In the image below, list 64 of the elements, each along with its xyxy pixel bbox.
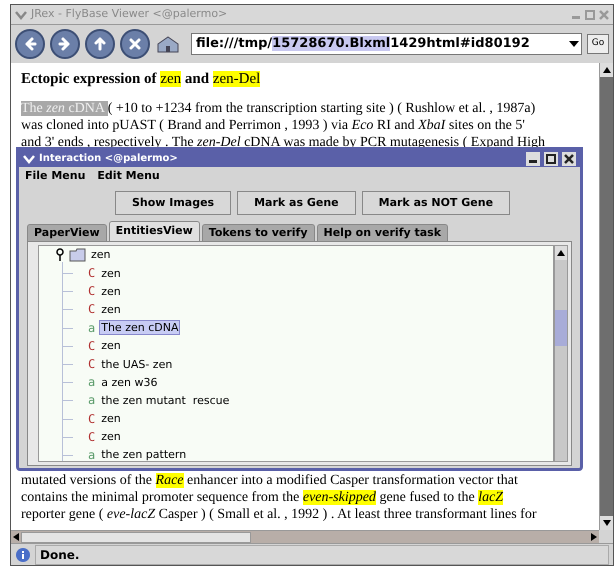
menu-item[interactable]: Edit Menu bbox=[97, 168, 160, 184]
tree-item[interactable]: zen bbox=[99, 302, 123, 317]
entity-type-icon: a bbox=[88, 320, 96, 335]
entity-type-icon: a bbox=[88, 393, 96, 408]
up-arrow-button[interactable] bbox=[85, 29, 115, 59]
paragraph-line: contains the minimal promoter sequence from the even-skipped gene fused to the lacZ bbox=[21, 489, 504, 506]
entity-type-icon: a bbox=[88, 448, 96, 461]
tab[interactable]: Help on verify task bbox=[316, 224, 448, 241]
page-heading: Ectopic expression of zen and zen-Del bbox=[21, 70, 260, 89]
tree-item[interactable]: zen bbox=[99, 284, 123, 299]
scroll-right-icon[interactable] bbox=[589, 533, 599, 541]
tab[interactable]: Tokens to verify bbox=[202, 224, 315, 241]
window-title: JRex - FlyBase Viewer <@palermo> bbox=[31, 6, 228, 22]
tree-item[interactable]: zen bbox=[99, 411, 123, 426]
tree-scrollbar[interactable] bbox=[554, 245, 568, 462]
horizontal-scrollbar[interactable] bbox=[11, 530, 599, 543]
status-text: Done. bbox=[35, 544, 609, 564]
action-button[interactable]: Mark as NOT Gene bbox=[362, 191, 510, 215]
go-button[interactable]: Go bbox=[587, 34, 609, 54]
tree-item[interactable]: a zen w36 bbox=[99, 374, 160, 390]
scroll-thumb[interactable] bbox=[21, 532, 251, 542]
tab[interactable]: EntitiesView bbox=[108, 221, 200, 241]
entity-type-icon: C bbox=[88, 430, 96, 444]
left-arrow-button[interactable] bbox=[15, 29, 45, 59]
scroll-thumb[interactable] bbox=[555, 310, 567, 346]
scroll-down-icon[interactable] bbox=[602, 520, 610, 526]
house-icon[interactable] bbox=[155, 34, 181, 54]
entity-type-icon: a bbox=[88, 375, 96, 390]
folder-icon bbox=[69, 248, 87, 262]
entity-type-icon: C bbox=[88, 266, 96, 280]
info-icon bbox=[15, 546, 31, 562]
tree-item[interactable]: zen bbox=[99, 266, 123, 281]
scroll-left-icon[interactable] bbox=[11, 533, 21, 541]
tree-item[interactable]: zen bbox=[99, 429, 123, 444]
paragraph-line: reporter gene ( eve-lacZ Casper ) ( Small et al. , 1992 ) . At least three transformant lines for bbox=[21, 506, 537, 523]
expand-toggle-icon[interactable] bbox=[55, 248, 65, 262]
maximize-icon[interactable] bbox=[544, 152, 558, 166]
vertical-scrollbar[interactable] bbox=[599, 63, 613, 530]
tree-item[interactable]: zen bbox=[91, 246, 111, 264]
entity-type-icon: C bbox=[88, 284, 96, 298]
menu-item[interactable]: File Menu bbox=[25, 168, 86, 184]
paragraph-line: The zen cDNA ( +10 to +1234 from the transcription starting site ) ( Rushlow et al. , 1987a) bbox=[21, 100, 536, 117]
tab[interactable]: PaperView bbox=[27, 224, 107, 241]
tree-item[interactable]: the zen mutant rescue bbox=[99, 392, 232, 408]
minimize-icon[interactable] bbox=[526, 152, 540, 166]
dropdown-caret-icon[interactable] bbox=[567, 39, 581, 49]
close-button[interactable] bbox=[120, 29, 150, 59]
tree-item[interactable]: the zen pattern bbox=[99, 447, 188, 461]
paragraph-line: was cloned into pUAST ( Brand and Perrimon , 1993 ) via Eco RI and XbaI sites on the 5' bbox=[21, 117, 525, 134]
scroll-up-icon[interactable] bbox=[557, 250, 565, 256]
entity-type-icon: C bbox=[88, 412, 96, 426]
scroll-up-icon[interactable] bbox=[602, 67, 610, 73]
tree-item[interactable]: the UAS- zen bbox=[99, 356, 174, 372]
entity-type-icon: C bbox=[88, 338, 96, 353]
dialog-title: Interaction <@palermo> bbox=[39, 152, 179, 166]
right-arrow-button[interactable] bbox=[50, 29, 80, 59]
entity-type-icon: C bbox=[88, 357, 96, 372]
action-button[interactable]: Mark as Gene bbox=[237, 191, 356, 215]
action-button[interactable]: Show Images bbox=[114, 191, 232, 215]
entity-type-icon: C bbox=[88, 302, 96, 316]
tree-item[interactable]: zen bbox=[99, 338, 123, 354]
address-field[interactable]: file:///tmp/15728670.Blxml1429html#id80192 bbox=[191, 33, 582, 55]
tree-item[interactable]: The zen cDNA bbox=[99, 320, 180, 336]
close-icon[interactable] bbox=[562, 152, 576, 166]
